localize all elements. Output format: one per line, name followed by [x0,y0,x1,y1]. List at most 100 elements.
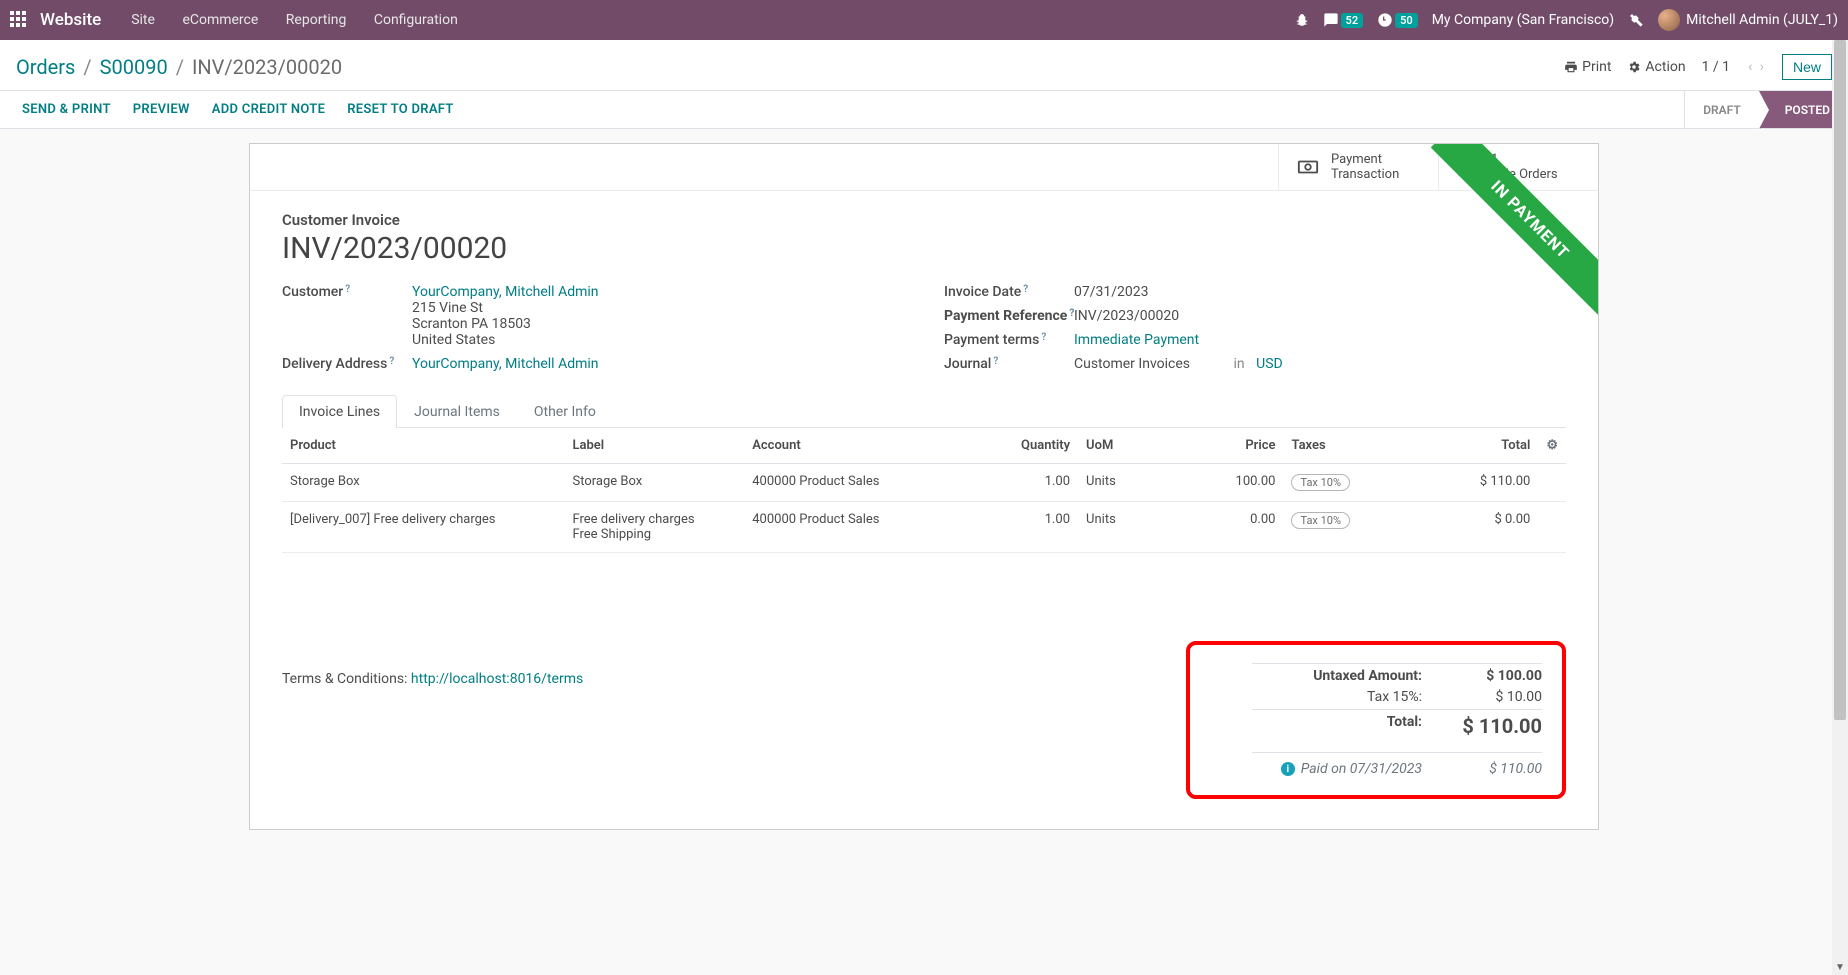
cell-tax: Tax 10% [1283,502,1386,553]
invoice-date-label: Invoice Date? [944,284,1074,300]
cell-uom: Units [1078,502,1181,553]
send-print-button[interactable]: SEND & PRINT [22,102,111,117]
cell-tax: Tax 10% [1283,464,1386,502]
activities-icon[interactable]: 50 [1377,12,1418,28]
col-price: Price [1181,428,1284,464]
credit-note-button[interactable]: ADD CREDIT NOTE [212,102,325,117]
cell-total: $ 110.00 [1386,464,1538,502]
table-row[interactable]: [Delivery_007] Free delivery chargesFree… [282,502,1566,553]
columns-options-icon[interactable]: ⚙ [1546,438,1558,453]
payment-terms-link[interactable]: Immediate Payment [1074,332,1199,348]
tax-value: $ 10.00 [1452,689,1542,705]
delivery-label: Delivery Address? [282,356,412,372]
payment-ref-value: INV/2023/00020 [1074,308,1566,324]
pager-next[interactable]: › [1758,59,1766,75]
customer-label: Customer? [282,284,412,348]
doc-subtitle: Customer Invoice [282,211,1566,229]
scrollbar[interactable]: ▲ ▼ [1832,40,1848,975]
breadcrumb-orders[interactable]: Orders [16,55,75,79]
menu-ecommerce[interactable]: eCommerce [170,12,270,28]
cell-label: Free delivery charges Free Shipping [564,502,744,553]
menu-reporting[interactable]: Reporting [274,12,359,28]
tax-label: Tax 15%: [1252,689,1422,705]
totals-box-highlight: Untaxed Amount:$ 100.00 Tax 15%:$ 10.00 … [1186,641,1566,799]
paid-value: $ 110.00 [1452,761,1542,777]
breadcrumb: Orders / S00090 / INV/2023/00020 [16,55,342,79]
status-draft[interactable]: DRAFT [1684,91,1759,128]
invoice-date-value: 07/31/2023 [1074,284,1566,300]
scroll-thumb[interactable] [1834,40,1846,720]
scroll-down-icon[interactable]: ▼ [1832,959,1848,975]
main-menu: Site eCommerce Reporting Configuration [119,12,470,28]
untaxed-label: Untaxed Amount: [1252,668,1422,684]
status-bar: DRAFT POSTED [1684,91,1848,128]
col-label: Label [564,428,744,464]
total-value: $ 110.00 [1452,714,1542,738]
action-button[interactable]: Action [1627,59,1685,75]
invoice-lines-table: Product Label Account Quantity UoM Price… [282,428,1566,553]
doc-title: INV/2023/00020 [282,231,1566,266]
new-button[interactable]: New [1782,54,1832,80]
paid-label: iPaid on 07/31/2023 [1252,761,1422,777]
control-right: Print Action 1 / 1 ‹ › New [1564,54,1832,80]
addr-line1: 215 Vine St [412,300,483,316]
nav-right: 52 50 My Company (San Francisco) Mitchel… [1295,9,1838,31]
tab-other-info[interactable]: Other Info [517,395,613,428]
cell-account: 400000 Product Sales [744,464,975,502]
stat-payment-transaction[interactable]: PaymentTransaction [1278,144,1438,190]
print-button[interactable]: Print [1564,59,1611,75]
pager-prev[interactable]: ‹ [1746,59,1754,75]
cell-uom: Units [1078,464,1181,502]
reset-draft-button[interactable]: RESET TO DRAFT [347,102,453,117]
brand[interactable]: Website [40,10,101,30]
cell-account: 400000 Product Sales [744,502,975,553]
customer-link[interactable]: YourCompany, Mitchell Admin [412,284,599,300]
cell-price: 100.00 [1181,464,1284,502]
tab-invoice-lines[interactable]: Invoice Lines [282,395,397,428]
tabs: Invoice Lines Journal Items Other Info [282,394,1566,428]
company-switcher[interactable]: My Company (San Francisco) [1432,12,1614,28]
terms-conditions: Terms & Conditions: http://localhost:801… [282,641,1166,687]
payment-ref-label: Payment Reference? [944,308,1074,324]
debug-icon[interactable] [1295,13,1309,27]
cell-qty: 1.00 [975,464,1078,502]
messages-badge: 52 [1341,13,1364,28]
tools-icon[interactable] [1628,12,1644,28]
messages-icon[interactable]: 52 [1323,12,1364,28]
info-icon[interactable]: i [1281,762,1295,776]
cell-label: Storage Box [564,464,744,502]
currency-link[interactable]: USD [1256,356,1283,372]
addr-line2: Scranton PA 18503 [412,316,531,332]
col-account: Account [744,428,975,464]
top-nav: Website Site eCommerce Reporting Configu… [0,0,1848,40]
terms-link[interactable]: http://localhost:8016/terms [411,671,583,687]
activities-badge: 50 [1395,13,1418,28]
action-row: SEND & PRINT PREVIEW ADD CREDIT NOTE RES… [0,91,1848,129]
col-uom: UoM [1078,428,1181,464]
menu-site[interactable]: Site [119,12,167,28]
payment-terms-label: Payment terms? [944,332,1074,348]
addr-line3: United States [412,332,495,348]
pager-text: 1 / 1 [1702,59,1730,75]
delivery-link[interactable]: YourCompany, Mitchell Admin [412,356,599,372]
tab-journal-items[interactable]: Journal Items [397,395,517,428]
journal-value: Customer Invoices in USD [1074,356,1566,372]
cell-price: 0.00 [1181,502,1284,553]
breadcrumb-order[interactable]: S00090 [100,55,168,79]
sheet-footer: Terms & Conditions: http://localhost:801… [250,621,1598,829]
menu-configuration[interactable]: Configuration [362,12,470,28]
cell-product: Storage Box [282,464,564,502]
user-menu[interactable]: Mitchell Admin (JULY_1) [1658,9,1838,31]
table-row[interactable]: Storage BoxStorage Box400000 Product Sal… [282,464,1566,502]
breadcrumb-current: INV/2023/00020 [192,55,342,79]
preview-button[interactable]: PREVIEW [133,102,190,117]
form-sheet: PaymentTransaction 1Sale Orders IN PAYME… [249,143,1599,830]
col-product: Product [282,428,564,464]
cell-total: $ 0.00 [1386,502,1538,553]
col-taxes: Taxes [1283,428,1386,464]
cell-qty: 1.00 [975,502,1078,553]
control-bar: Orders / S00090 / INV/2023/00020 Print A… [0,40,1848,91]
journal-label: Journal? [944,356,1074,372]
untaxed-value: $ 100.00 [1452,668,1542,684]
apps-icon[interactable] [10,11,28,29]
